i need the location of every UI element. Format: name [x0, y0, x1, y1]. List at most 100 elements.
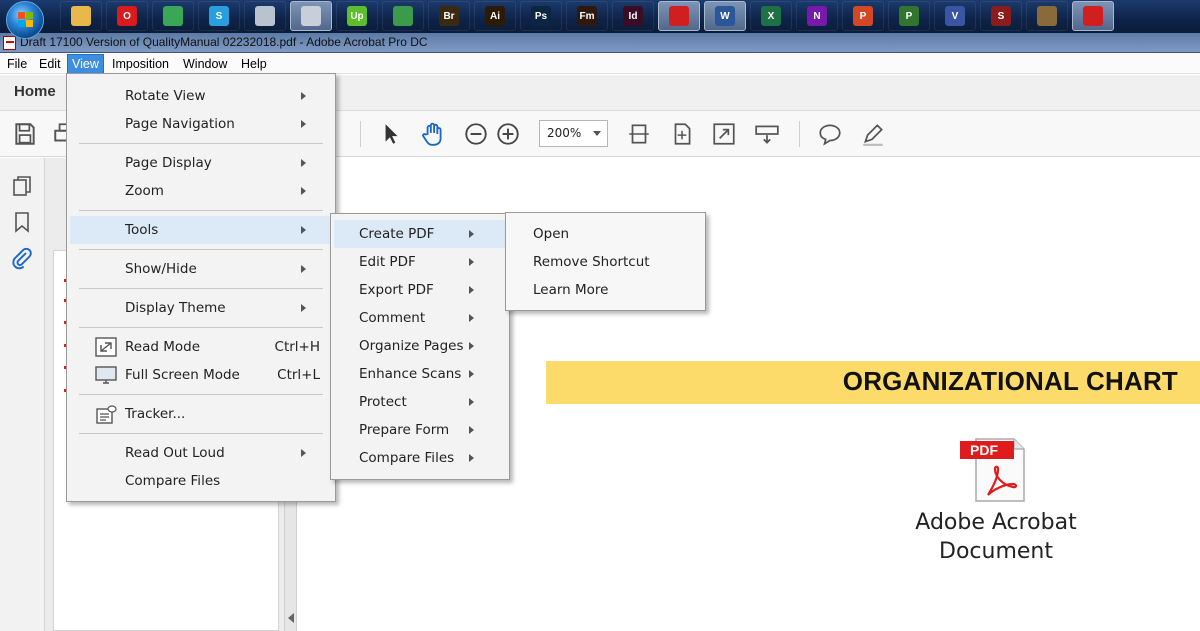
select-cursor-icon[interactable]	[378, 121, 404, 147]
menu-item-tools[interactable]: Tools	[70, 216, 332, 244]
menu-item-edit-pdf[interactable]: Edit PDF	[334, 248, 506, 276]
taskbar-button[interactable]	[152, 1, 194, 31]
zoom-level-select[interactable]: 200%	[539, 120, 608, 147]
menu-separator	[79, 288, 323, 289]
taskbar-button[interactable]	[382, 1, 424, 31]
menu-item-zoom[interactable]: Zoom	[70, 177, 332, 205]
document-heading: ORGANIZATIONAL CHART	[842, 366, 1178, 396]
full-screen-icon[interactable]	[711, 121, 737, 147]
paperclip-icon[interactable]	[10, 246, 34, 270]
menu-item-prepare-form[interactable]: Prepare Form	[334, 416, 506, 444]
tab-home[interactable]: Home	[14, 83, 56, 100]
upwork-icon: Up	[347, 6, 367, 26]
menu-item-rotate-view[interactable]: Rotate View	[70, 82, 332, 110]
menu-item-page-navigation[interactable]: Page Navigation	[70, 110, 332, 138]
comment-icon[interactable]	[817, 121, 843, 147]
fit-page-icon[interactable]	[669, 121, 695, 147]
menu-item-tracker[interactable]: Tracker...	[70, 400, 332, 428]
menu-item-remove-shortcut[interactable]: Remove Shortcut	[509, 248, 702, 276]
hand-tool-icon[interactable]	[420, 121, 446, 147]
taskbar-button[interactable]: Fm	[566, 1, 608, 31]
menu-edit[interactable]: Edit	[35, 55, 65, 73]
save-icon[interactable]	[12, 121, 38, 147]
file-explorer-icon	[71, 6, 91, 26]
highlight-pen-icon[interactable]	[860, 121, 886, 147]
menu-item-label: Export PDF	[359, 282, 434, 298]
tools-submenu: Create PDF Edit PDF Export PDF Comment Organ…	[330, 213, 510, 480]
menu-item-enhance-scans[interactable]: Enhance Scans	[334, 360, 506, 388]
menu-item-full-screen-mode[interactable]: Full Screen Mode Ctrl+L	[70, 361, 332, 389]
taskbar-button[interactable]	[1072, 1, 1114, 31]
menu-item-compare-files[interactable]: Compare Files	[334, 444, 506, 472]
menu-item-label: Remove Shortcut	[533, 254, 650, 270]
embedded-pdf-icon[interactable]: PDF	[958, 435, 1030, 503]
opera-icon: O	[117, 6, 137, 26]
menu-file[interactable]: File	[3, 55, 31, 73]
left-navigation-rail	[0, 158, 45, 631]
powerpoint-icon: P	[853, 6, 873, 26]
menu-item-read-out-loud[interactable]: Read Out Loud	[70, 439, 332, 467]
visio-icon: V	[945, 6, 965, 26]
keyboard-icon[interactable]	[754, 121, 780, 147]
menu-item-label: Rotate View	[125, 88, 206, 104]
monitor-icon	[95, 365, 117, 385]
menu-item-export-pdf[interactable]: Export PDF	[334, 276, 506, 304]
fit-width-icon[interactable]	[626, 121, 652, 147]
taskbar-button[interactable]	[60, 1, 102, 31]
menu-item-label: Compare Files	[359, 450, 455, 466]
menu-window[interactable]: Window	[179, 55, 231, 73]
pdf-badge-label: PDF	[970, 442, 998, 458]
menu-item-learn-more[interactable]: Learn More	[509, 276, 702, 304]
menu-item-protect[interactable]: Protect	[334, 388, 506, 416]
taskbar-button[interactable]: Id	[612, 1, 654, 31]
taskbar-button[interactable]: Up	[336, 1, 378, 31]
menu-item-open[interactable]: Open	[509, 220, 702, 248]
menu-item-organize-pages[interactable]: Organize Pages	[334, 332, 506, 360]
taskbar-button[interactable]: O	[106, 1, 148, 31]
zoom-in-icon[interactable]	[495, 121, 521, 147]
embedded-file-label-line1: Adobe Acrobat	[915, 510, 1077, 535]
taskbar-button[interactable]: X	[750, 1, 792, 31]
chevron-right-icon	[469, 370, 474, 378]
menu-separator	[79, 143, 323, 144]
zoom-out-icon[interactable]	[463, 121, 489, 147]
taskbar-button[interactable]: S	[198, 1, 240, 31]
menu-help[interactable]: Help	[237, 55, 271, 73]
illustrator-icon: Ai	[485, 6, 505, 26]
taskbar-button[interactable]	[658, 1, 700, 31]
menu-item-label: Prepare Form	[359, 422, 450, 438]
menu-imposition[interactable]: Imposition	[108, 55, 173, 73]
menu-item-read-mode[interactable]: Read Mode Ctrl+H	[70, 333, 332, 361]
taskbar-button[interactable]: S	[980, 1, 1022, 31]
create-pdf-submenu: Open Remove Shortcut Learn More	[505, 212, 706, 311]
keyboard-shortcut: Ctrl+L	[277, 367, 320, 383]
taskbar-button[interactable]	[1026, 1, 1068, 31]
menu-item-show-hide[interactable]: Show/Hide	[70, 255, 332, 283]
menu-separator	[79, 210, 323, 211]
menu-item-label: Learn More	[533, 282, 609, 298]
menu-item-comment[interactable]: Comment	[334, 304, 506, 332]
menu-item-display-theme[interactable]: Display Theme	[70, 294, 332, 322]
taskbar-button[interactable]: Br	[428, 1, 470, 31]
menu-item-compare-files[interactable]: Compare Files	[70, 467, 332, 495]
menu-item-create-pdf[interactable]: Create PDF	[334, 220, 506, 248]
taskbar-button[interactable]	[290, 1, 332, 31]
bookmark-icon[interactable]	[10, 210, 34, 234]
taskbar-button[interactable]: N	[796, 1, 838, 31]
toolbar-separator	[360, 121, 361, 147]
taskbar-button[interactable]: P	[842, 1, 884, 31]
start-button[interactable]	[6, 1, 44, 39]
taskbar-button[interactable]: W	[704, 1, 746, 31]
taskbar-button[interactable]	[244, 1, 286, 31]
menu-view[interactable]: View	[67, 54, 104, 74]
chevron-right-icon	[301, 159, 306, 167]
toolbar-separator	[799, 121, 800, 147]
taskbar-button[interactable]: Ps	[520, 1, 562, 31]
menu-item-label: Read Out Loud	[125, 445, 225, 461]
menu-item-page-display[interactable]: Page Display	[70, 149, 332, 177]
taskbar-button[interactable]: Ai	[474, 1, 516, 31]
taskbar-button[interactable]: V	[934, 1, 976, 31]
taskbar-button[interactable]: P	[888, 1, 930, 31]
page-thumbnails-icon[interactable]	[10, 174, 34, 198]
skype-icon: S	[209, 6, 229, 26]
